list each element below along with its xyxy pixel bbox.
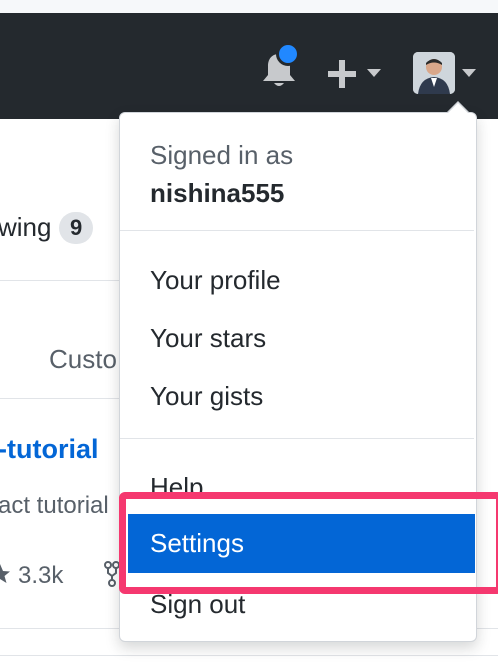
following-label[interactable]: wing xyxy=(0,212,51,243)
menu-item-your-stars[interactable]: Your stars xyxy=(150,323,266,354)
repo-link[interactable]: -tutorial xyxy=(0,434,99,465)
dropdown-divider xyxy=(120,230,474,231)
divider xyxy=(0,655,498,656)
menu-item-your-profile[interactable]: Your profile xyxy=(150,265,281,296)
tab-partial[interactable]: Custo xyxy=(49,344,117,375)
browser-top-strip xyxy=(0,0,498,14)
star-count: 3.3k xyxy=(18,562,64,589)
username: nishina555 xyxy=(150,178,285,208)
dropdown-divider xyxy=(120,438,474,439)
plus-icon[interactable] xyxy=(326,58,358,90)
star-icon xyxy=(0,564,10,583)
notification-dot-icon xyxy=(276,42,300,66)
divider xyxy=(0,280,120,281)
menu-item-your-gists[interactable]: Your gists xyxy=(150,381,263,412)
following-count-badge: 9 xyxy=(59,212,94,244)
signed-in-label: Signed in as xyxy=(150,140,294,170)
avatar[interactable] xyxy=(413,52,455,94)
profile-caret-icon[interactable] xyxy=(462,69,476,77)
divider xyxy=(0,398,120,399)
dropdown-arrow-fill xyxy=(447,103,469,114)
repo-description: act tutorial xyxy=(0,492,109,519)
create-caret-icon[interactable] xyxy=(367,69,381,77)
highlight-annotation xyxy=(119,492,498,594)
